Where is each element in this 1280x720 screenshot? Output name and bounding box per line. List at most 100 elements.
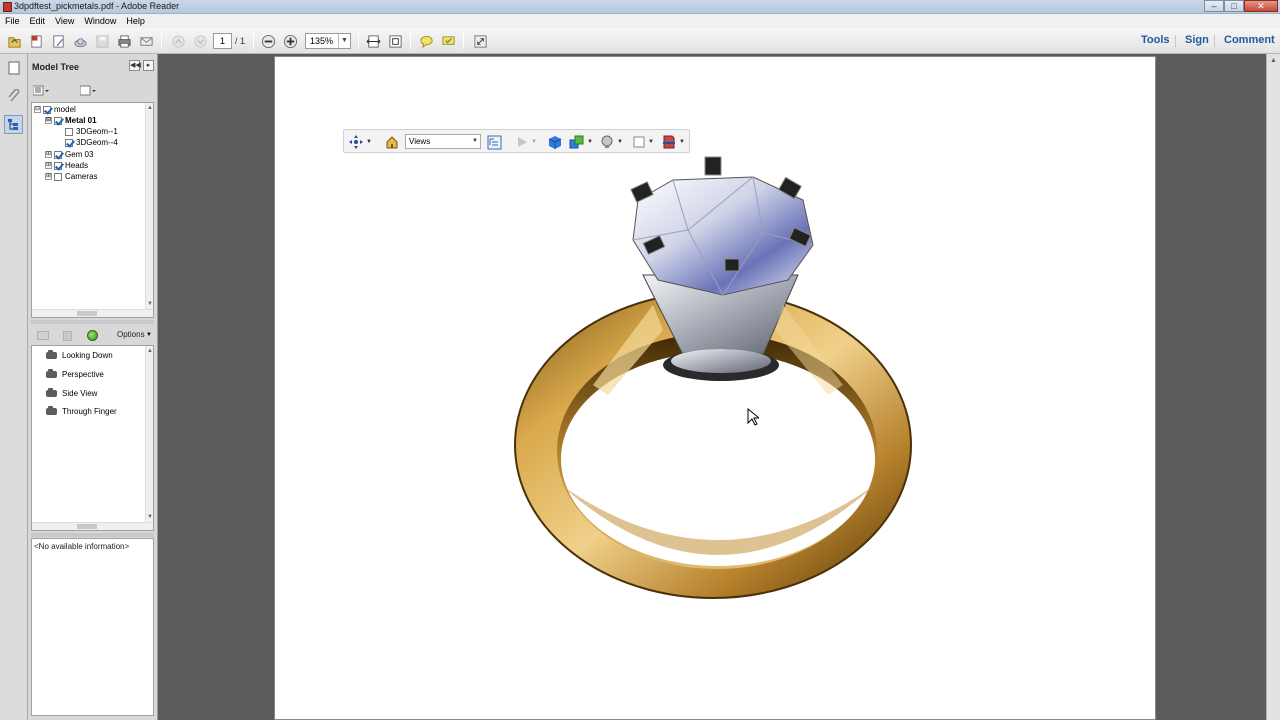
render-mode-icon[interactable] bbox=[569, 134, 585, 150]
camera-icon bbox=[46, 387, 57, 397]
next-page-icon[interactable] bbox=[192, 33, 208, 49]
fit-page-icon[interactable] bbox=[387, 33, 403, 49]
view-item-through-finger[interactable]: Through Finger bbox=[46, 405, 117, 417]
chevron-down-icon: ▼ bbox=[531, 139, 537, 145]
camera-add-icon[interactable] bbox=[37, 331, 49, 340]
model-tree-panel: Model Tree ◀◀ ▸ ⊟ model ⊟ Metal 01 3DGeom-… bbox=[28, 54, 158, 720]
close-button[interactable]: ✕ bbox=[1244, 0, 1278, 12]
collapse-panel-button[interactable]: ◀◀ bbox=[129, 60, 141, 71]
tree-view-icon[interactable] bbox=[79, 85, 96, 97]
expand-icon[interactable] bbox=[472, 33, 488, 49]
visibility-checkbox[interactable] bbox=[65, 138, 73, 147]
previous-page-icon[interactable] bbox=[170, 33, 186, 49]
menu-help[interactable]: Help bbox=[121, 16, 150, 26]
tree-options-icon[interactable] bbox=[32, 85, 49, 97]
views-vertical-scrollbar[interactable]: ▲ ▼ bbox=[145, 346, 153, 530]
chevron-down-icon: ▼ bbox=[617, 139, 623, 145]
menu-file[interactable]: File bbox=[0, 16, 25, 26]
panel-title: Model Tree bbox=[32, 62, 80, 72]
zoom-in-icon[interactable] bbox=[282, 33, 298, 49]
page-thumbnails-icon[interactable] bbox=[4, 58, 23, 77]
comment-link[interactable]: Comment bbox=[1224, 34, 1275, 46]
collapse-icon[interactable]: ⊟ bbox=[45, 117, 52, 124]
cross-section-icon[interactable] bbox=[661, 134, 677, 150]
tree-node-model[interactable]: ⊟ model bbox=[34, 104, 76, 115]
projection-cube-icon[interactable] bbox=[547, 134, 563, 150]
create-pdf-icon[interactable] bbox=[28, 33, 44, 49]
delete-view-icon[interactable] bbox=[63, 331, 72, 341]
menu-bar: File Edit View Window Help bbox=[0, 14, 1280, 28]
visibility-checkbox[interactable] bbox=[54, 161, 62, 170]
zoom-value: 135% bbox=[310, 36, 334, 46]
maximize-button[interactable]: □ bbox=[1224, 0, 1244, 12]
model-tree-list: ⊟ model ⊟ Metal 01 3DGeom--1 3DGeom--4 ⊞ Ge… bbox=[31, 102, 154, 318]
tree-node-heads[interactable]: ⊞ Heads bbox=[45, 160, 88, 171]
page-number-input[interactable]: 1 bbox=[213, 33, 232, 49]
views-options-button[interactable]: Options bbox=[117, 330, 145, 339]
panel-menu-button[interactable]: ▸ bbox=[143, 60, 154, 71]
chevron-down-icon[interactable]: ▼ bbox=[366, 139, 372, 145]
views-dropdown[interactable]: Views ▼ bbox=[405, 134, 481, 149]
mouse-cursor-icon bbox=[747, 408, 759, 426]
model-tree-icon[interactable] bbox=[4, 115, 23, 134]
zoom-level-select[interactable]: 135% ▼ bbox=[305, 33, 351, 49]
highlight-icon[interactable] bbox=[440, 33, 456, 49]
email-icon[interactable] bbox=[138, 33, 154, 49]
open-file-icon[interactable] bbox=[6, 33, 22, 49]
tree-horizontal-scrollbar[interactable] bbox=[32, 309, 153, 317]
go-view-icon[interactable] bbox=[87, 330, 98, 341]
menu-edit[interactable]: Edit bbox=[25, 16, 51, 26]
expand-icon[interactable]: ⊞ bbox=[45, 162, 52, 169]
title-bar: 3dpdftest_pickmetals.pdf - Adobe Reader … bbox=[0, 0, 1280, 14]
visibility-checkbox[interactable] bbox=[54, 116, 62, 125]
edit-pdf-icon[interactable] bbox=[50, 33, 66, 49]
document-vertical-scrollbar[interactable]: ▲ bbox=[1266, 54, 1280, 720]
view-item-perspective[interactable]: Perspective bbox=[46, 368, 104, 380]
tree-node-3dgeom-4[interactable]: 3DGeom--4 bbox=[65, 137, 118, 148]
pdf-app-icon bbox=[3, 2, 12, 12]
navigation-pane bbox=[0, 54, 28, 720]
pane-splitter[interactable] bbox=[31, 533, 154, 537]
visibility-checkbox[interactable] bbox=[65, 127, 73, 136]
model-tree-toggle-icon[interactable] bbox=[486, 134, 502, 150]
tree-node-metal-01[interactable]: ⊟ Metal 01 bbox=[45, 115, 97, 126]
view-item-label: Perspective bbox=[62, 369, 104, 379]
minimize-button[interactable]: – bbox=[1204, 0, 1224, 12]
expand-icon[interactable]: ⊞ bbox=[45, 173, 52, 180]
ring-3d-model[interactable] bbox=[513, 155, 918, 602]
zoom-out-icon[interactable] bbox=[260, 33, 276, 49]
rotate-tool-icon[interactable] bbox=[347, 134, 365, 150]
tree-node-label: Gem 03 bbox=[65, 150, 94, 159]
menu-view[interactable]: View bbox=[50, 16, 79, 26]
home-view-icon[interactable] bbox=[384, 134, 400, 150]
visibility-checkbox[interactable] bbox=[54, 150, 62, 159]
visibility-checkbox[interactable] bbox=[43, 105, 51, 114]
collapse-icon[interactable]: ⊟ bbox=[34, 106, 41, 113]
sign-link[interactable]: Sign bbox=[1185, 34, 1209, 46]
document-page: ▼ Views ▼ ▼ ▼ ▼ ▼ ▼ bbox=[274, 56, 1156, 720]
3d-toolbar: ▼ Views ▼ ▼ ▼ ▼ ▼ ▼ bbox=[343, 129, 690, 153]
tree-node-label: 3DGeom--1 bbox=[76, 127, 118, 136]
menu-window[interactable]: Window bbox=[79, 16, 121, 26]
play-animation-icon[interactable] bbox=[514, 134, 530, 150]
save-icon[interactable] bbox=[94, 33, 110, 49]
tree-node-3dgeom-1[interactable]: 3DGeom--1 bbox=[65, 126, 118, 137]
views-horizontal-scrollbar[interactable] bbox=[32, 522, 153, 530]
view-item-side-view[interactable]: Side View bbox=[46, 387, 97, 399]
tree-node-cameras[interactable]: ⊞ Cameras bbox=[45, 171, 97, 182]
comment-bubble-icon[interactable] bbox=[418, 33, 434, 49]
print-icon[interactable] bbox=[116, 33, 132, 49]
cloud-icon[interactable] bbox=[72, 33, 88, 49]
background-color-icon[interactable] bbox=[631, 134, 647, 150]
attachments-icon[interactable] bbox=[4, 86, 23, 105]
view-item-looking-down[interactable]: Looking Down bbox=[46, 349, 113, 361]
fit-width-icon[interactable] bbox=[365, 33, 381, 49]
lighting-icon[interactable] bbox=[599, 134, 615, 150]
pane-splitter[interactable] bbox=[31, 320, 154, 324]
tools-link[interactable]: Tools bbox=[1141, 34, 1170, 46]
tree-node-gem-03[interactable]: ⊞ Gem 03 bbox=[45, 149, 93, 160]
expand-icon[interactable]: ⊞ bbox=[45, 151, 52, 158]
tree-vertical-scrollbar[interactable]: ▲ ▼ bbox=[145, 103, 153, 317]
visibility-checkbox[interactable] bbox=[54, 172, 62, 181]
window-title: 3dpdftest_pickmetals.pdf - Adobe Reader bbox=[14, 1, 180, 11]
